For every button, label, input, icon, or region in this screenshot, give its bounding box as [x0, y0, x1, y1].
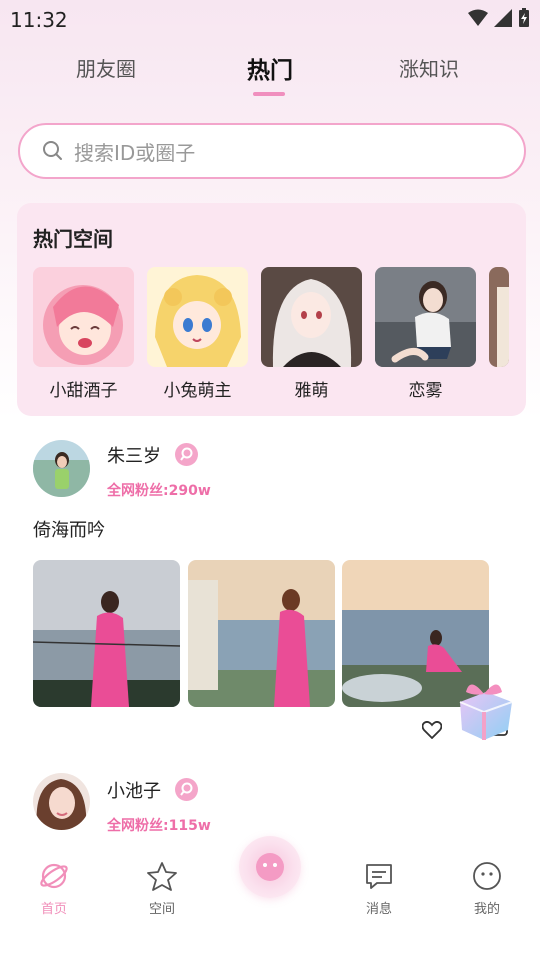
status-bar: 11:32 [0, 0, 540, 36]
space-name: 雅萌 [294, 381, 329, 401]
space-card[interactable]: 恋雾 [375, 267, 476, 401]
female-badge-icon [175, 778, 198, 801]
female-badge-icon [175, 443, 198, 466]
nav-home-label: 首页 [40, 902, 67, 917]
nav-space-label: 空间 [148, 902, 175, 917]
center-action-button[interactable] [239, 836, 301, 898]
status-time: 11:32 [10, 8, 68, 32]
nav-home[interactable]: 首页 [24, 860, 84, 917]
space-thumbnail [375, 267, 476, 367]
avatar[interactable] [33, 440, 90, 497]
tab-hot[interactable]: 热门 [247, 51, 293, 85]
search-icon [43, 141, 62, 160]
signal-icon [494, 9, 512, 27]
tab-friends[interactable]: 朋友圈 [76, 53, 136, 82]
space-thumbnail [147, 267, 248, 367]
space-thumbnail [261, 267, 362, 367]
hot-spaces-title: 热门空间 [33, 227, 113, 251]
post-username[interactable]: 小池子 [107, 777, 161, 803]
fans-count: 全网粉丝:115w [107, 818, 211, 834]
tab-indicator [253, 92, 285, 96]
post-username[interactable]: 朱三岁 [107, 442, 161, 468]
nav-messages[interactable]: 消息 [349, 860, 409, 917]
tab-knowledge[interactable]: 涨知识 [399, 53, 459, 82]
nav-profile[interactable]: 我的 [457, 860, 517, 917]
space-card[interactable]: 小兔萌主 [147, 267, 248, 401]
status-icons [468, 8, 530, 28]
search-bar[interactable]: 搜索ID或圈子 [18, 123, 526, 179]
gift-icon[interactable] [448, 672, 520, 744]
like-icon[interactable] [422, 721, 442, 739]
post-photo[interactable] [188, 560, 335, 707]
post-card[interactable]: 小池子 全网粉丝:115w [0, 773, 540, 843]
message-icon [366, 864, 392, 889]
nav-messages-label: 消息 [365, 902, 392, 917]
profile-face-icon [473, 862, 501, 890]
space-name: 恋雾 [408, 381, 443, 401]
space-card[interactable]: 雅萌 [261, 267, 362, 401]
home-planet-icon [40, 863, 68, 889]
space-name: 小甜酒子 [49, 381, 118, 401]
space-name: 小兔萌主 [163, 381, 232, 401]
bottom-nav: 首页 空间 消息 我的 [0, 836, 540, 960]
space-thumbnail [33, 267, 134, 367]
space-card-partial[interactable] [489, 267, 509, 367]
space-thumbnail [489, 267, 509, 367]
search-placeholder: 搜索ID或圈子 [74, 140, 196, 165]
fans-count: 全网粉丝:290w [107, 483, 211, 499]
post-photo[interactable] [33, 560, 180, 707]
wifi-icon [468, 9, 488, 26]
space-card[interactable]: 小甜酒子 [33, 267, 134, 401]
avatar[interactable] [33, 773, 90, 830]
star-icon [147, 862, 177, 891]
nav-profile-label: 我的 [473, 902, 500, 917]
nav-space[interactable]: 空间 [132, 860, 192, 917]
battery-icon [519, 8, 529, 27]
hot-spaces-section: 热门空间 小甜酒子 小兔萌主 雅萌 恋雾 [17, 203, 526, 416]
post-text: 倚海而吟 [33, 520, 105, 541]
emoji-face-icon [256, 853, 284, 881]
